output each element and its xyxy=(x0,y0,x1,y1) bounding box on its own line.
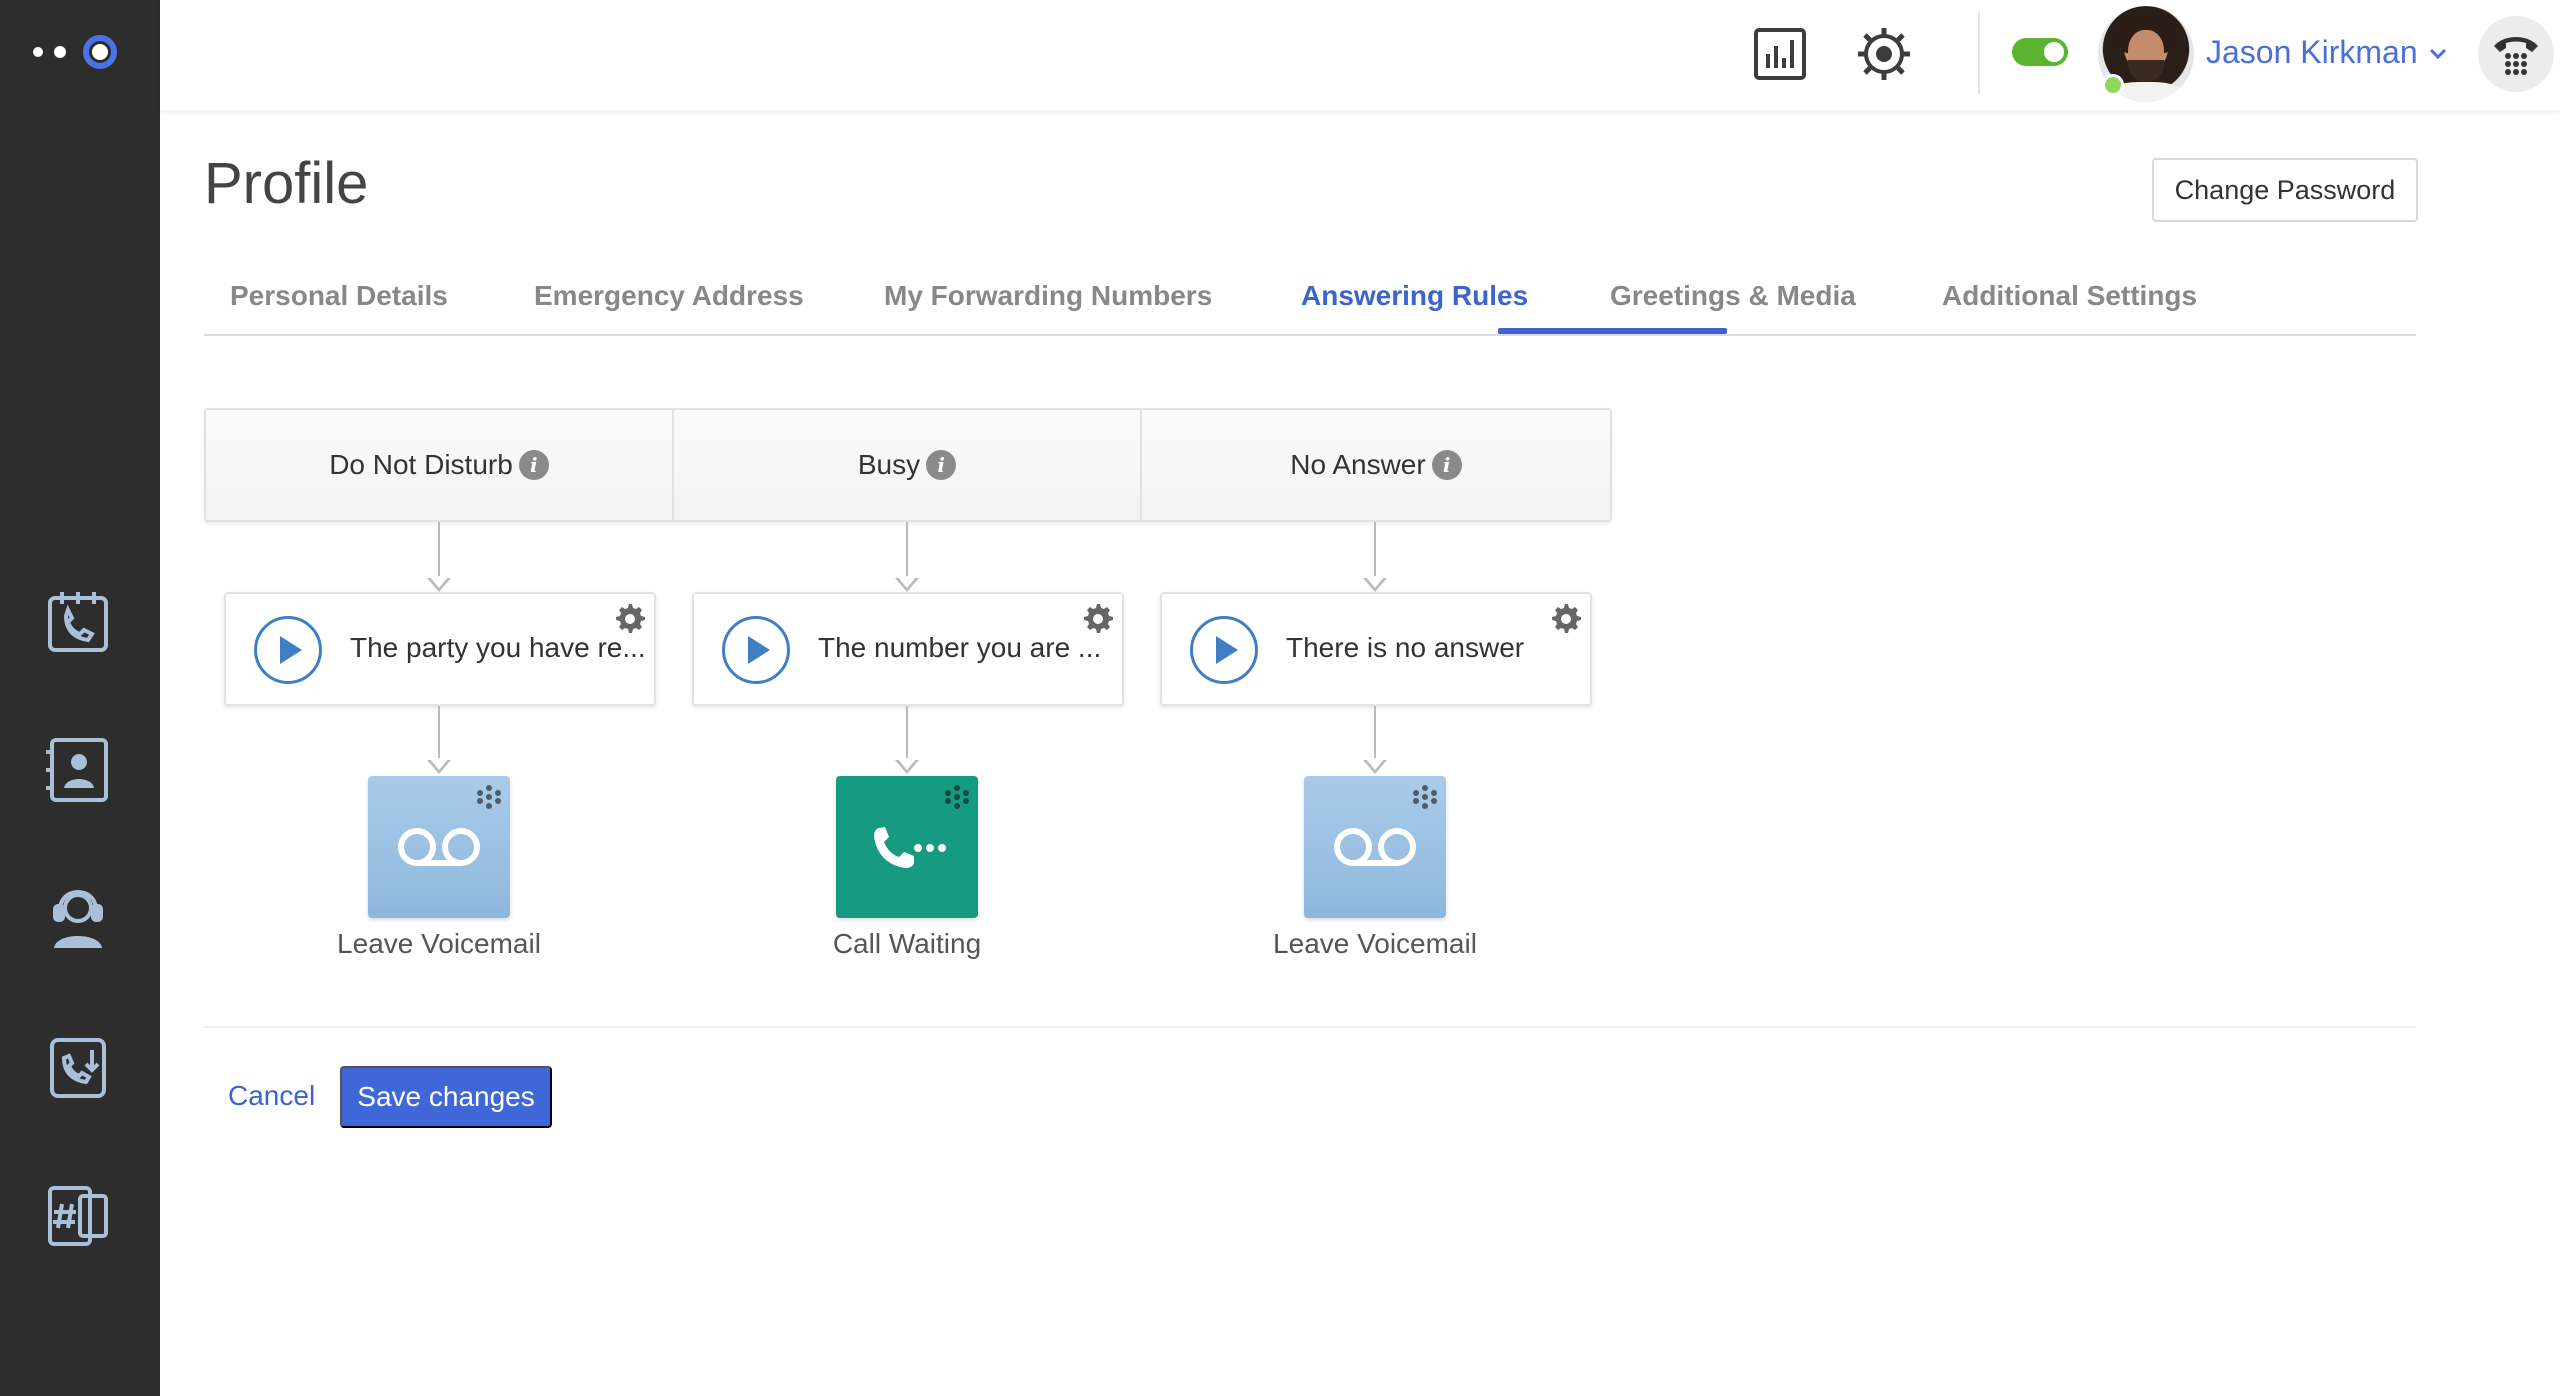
play-icon[interactable] xyxy=(254,616,322,684)
rule-condition-label: Busy xyxy=(857,449,921,480)
chevron-down-icon[interactable] xyxy=(2424,40,2452,68)
number-device-icon xyxy=(48,1186,108,1246)
gear-icon[interactable] xyxy=(1080,602,1114,636)
sidebar-item-calendar-phone[interactable] xyxy=(36,580,120,664)
arrow-down-icon xyxy=(427,576,451,592)
rule-condition-label: Do Not Disturb xyxy=(329,449,513,480)
sidebar-item-call-transfer[interactable] xyxy=(36,1026,120,1110)
sidebar xyxy=(0,0,160,1396)
call-waiting-icon xyxy=(874,827,946,868)
action-tile-voicemail[interactable] xyxy=(368,776,510,918)
action-tile-call-waiting[interactable] xyxy=(836,776,978,918)
tab-personal-details[interactable]: Personal Details xyxy=(230,280,448,312)
gear-icon[interactable] xyxy=(1548,602,1582,636)
voicemail-icon xyxy=(398,828,480,866)
tile-menu-icon[interactable] xyxy=(942,782,972,812)
voicemail-icon xyxy=(1334,828,1416,866)
greeting-card[interactable]: The number you are ... xyxy=(692,592,1124,706)
gear-icon[interactable] xyxy=(612,602,646,636)
action-tile-voicemail[interactable] xyxy=(1304,776,1446,918)
arrow-down-icon xyxy=(895,758,919,774)
calendar-phone-icon xyxy=(48,592,108,652)
profile-tabs: Personal Details Emergency Address My Fo… xyxy=(204,266,2416,336)
info-icon[interactable]: i xyxy=(1431,450,1462,480)
play-icon[interactable] xyxy=(722,616,790,684)
settings-gear-icon xyxy=(1858,28,1910,80)
bar-chart-icon xyxy=(1754,28,1806,80)
call-transfer-icon xyxy=(50,1038,106,1098)
tile-menu-icon[interactable] xyxy=(474,782,504,812)
page-title: Profile xyxy=(204,151,369,216)
answering-rules-header: Do Not Disturb i Busy i No Answer i xyxy=(204,408,1612,522)
tab-additional-settings[interactable]: Additional Settings xyxy=(1942,280,2197,312)
active-tab-indicator xyxy=(1498,328,1727,334)
topbar-divider xyxy=(1978,12,1980,94)
change-password-button[interactable]: Change Password xyxy=(2152,158,2418,222)
greeting-text: There is no answer xyxy=(1286,632,1525,663)
cancel-button[interactable]: Cancel xyxy=(228,1080,315,1112)
section-divider xyxy=(204,1026,2416,1028)
rule-condition-no-answer: No Answer i xyxy=(1142,410,1610,520)
rule-condition-label: No Answer xyxy=(1290,449,1426,480)
top-bar xyxy=(160,0,2560,110)
tile-menu-icon[interactable] xyxy=(1410,782,1440,812)
tab-my-forwarding-numbers[interactable]: My Forwarding Numbers xyxy=(884,280,1212,312)
greeting-card[interactable]: There is no answer xyxy=(1160,592,1592,706)
user-name[interactable]: Jason Kirkman xyxy=(2206,34,2418,71)
greeting-card[interactable]: The party you have re... xyxy=(224,592,656,706)
sidebar-item-contacts[interactable] xyxy=(36,728,120,812)
tab-greetings-media[interactable]: Greetings & Media xyxy=(1610,280,1856,312)
dialpad-icon xyxy=(2494,37,2538,75)
contacts-book-icon xyxy=(46,738,108,802)
action-label: Leave Voicemail xyxy=(337,928,541,959)
presence-indicator xyxy=(2102,74,2124,96)
arrow-down-icon xyxy=(1363,576,1387,592)
status-toggle[interactable] xyxy=(2012,38,2068,66)
save-changes-button[interactable]: Save changes xyxy=(340,1066,552,1128)
tab-answering-rules[interactable]: Answering Rules xyxy=(1301,280,1528,312)
agent-headset-icon xyxy=(53,890,103,948)
arrow-down-icon xyxy=(895,576,919,592)
rule-condition-busy: Busy i xyxy=(674,410,1142,520)
greeting-text: The number you are ... xyxy=(818,632,1102,663)
settings-button[interactable] xyxy=(1852,22,1916,86)
info-icon[interactable]: i xyxy=(926,450,957,480)
action-label: Leave Voicemail xyxy=(1273,928,1477,959)
action-label: Call Waiting xyxy=(832,928,982,959)
dialpad-button[interactable] xyxy=(2478,16,2554,92)
sidebar-item-agent[interactable] xyxy=(36,876,120,960)
play-icon[interactable] xyxy=(1190,616,1258,684)
greeting-text: The party you have re... xyxy=(350,632,646,663)
info-icon[interactable]: i xyxy=(518,450,549,480)
sidebar-item-number-device[interactable] xyxy=(36,1174,120,1258)
tab-emergency-address[interactable]: Emergency Address xyxy=(534,280,804,312)
arrow-down-icon xyxy=(427,758,451,774)
analytics-button[interactable] xyxy=(1748,22,1812,86)
rule-condition-dnd: Do Not Disturb i xyxy=(206,410,674,520)
arrow-down-icon xyxy=(1363,758,1387,774)
app-logo-icon[interactable] xyxy=(30,34,122,70)
